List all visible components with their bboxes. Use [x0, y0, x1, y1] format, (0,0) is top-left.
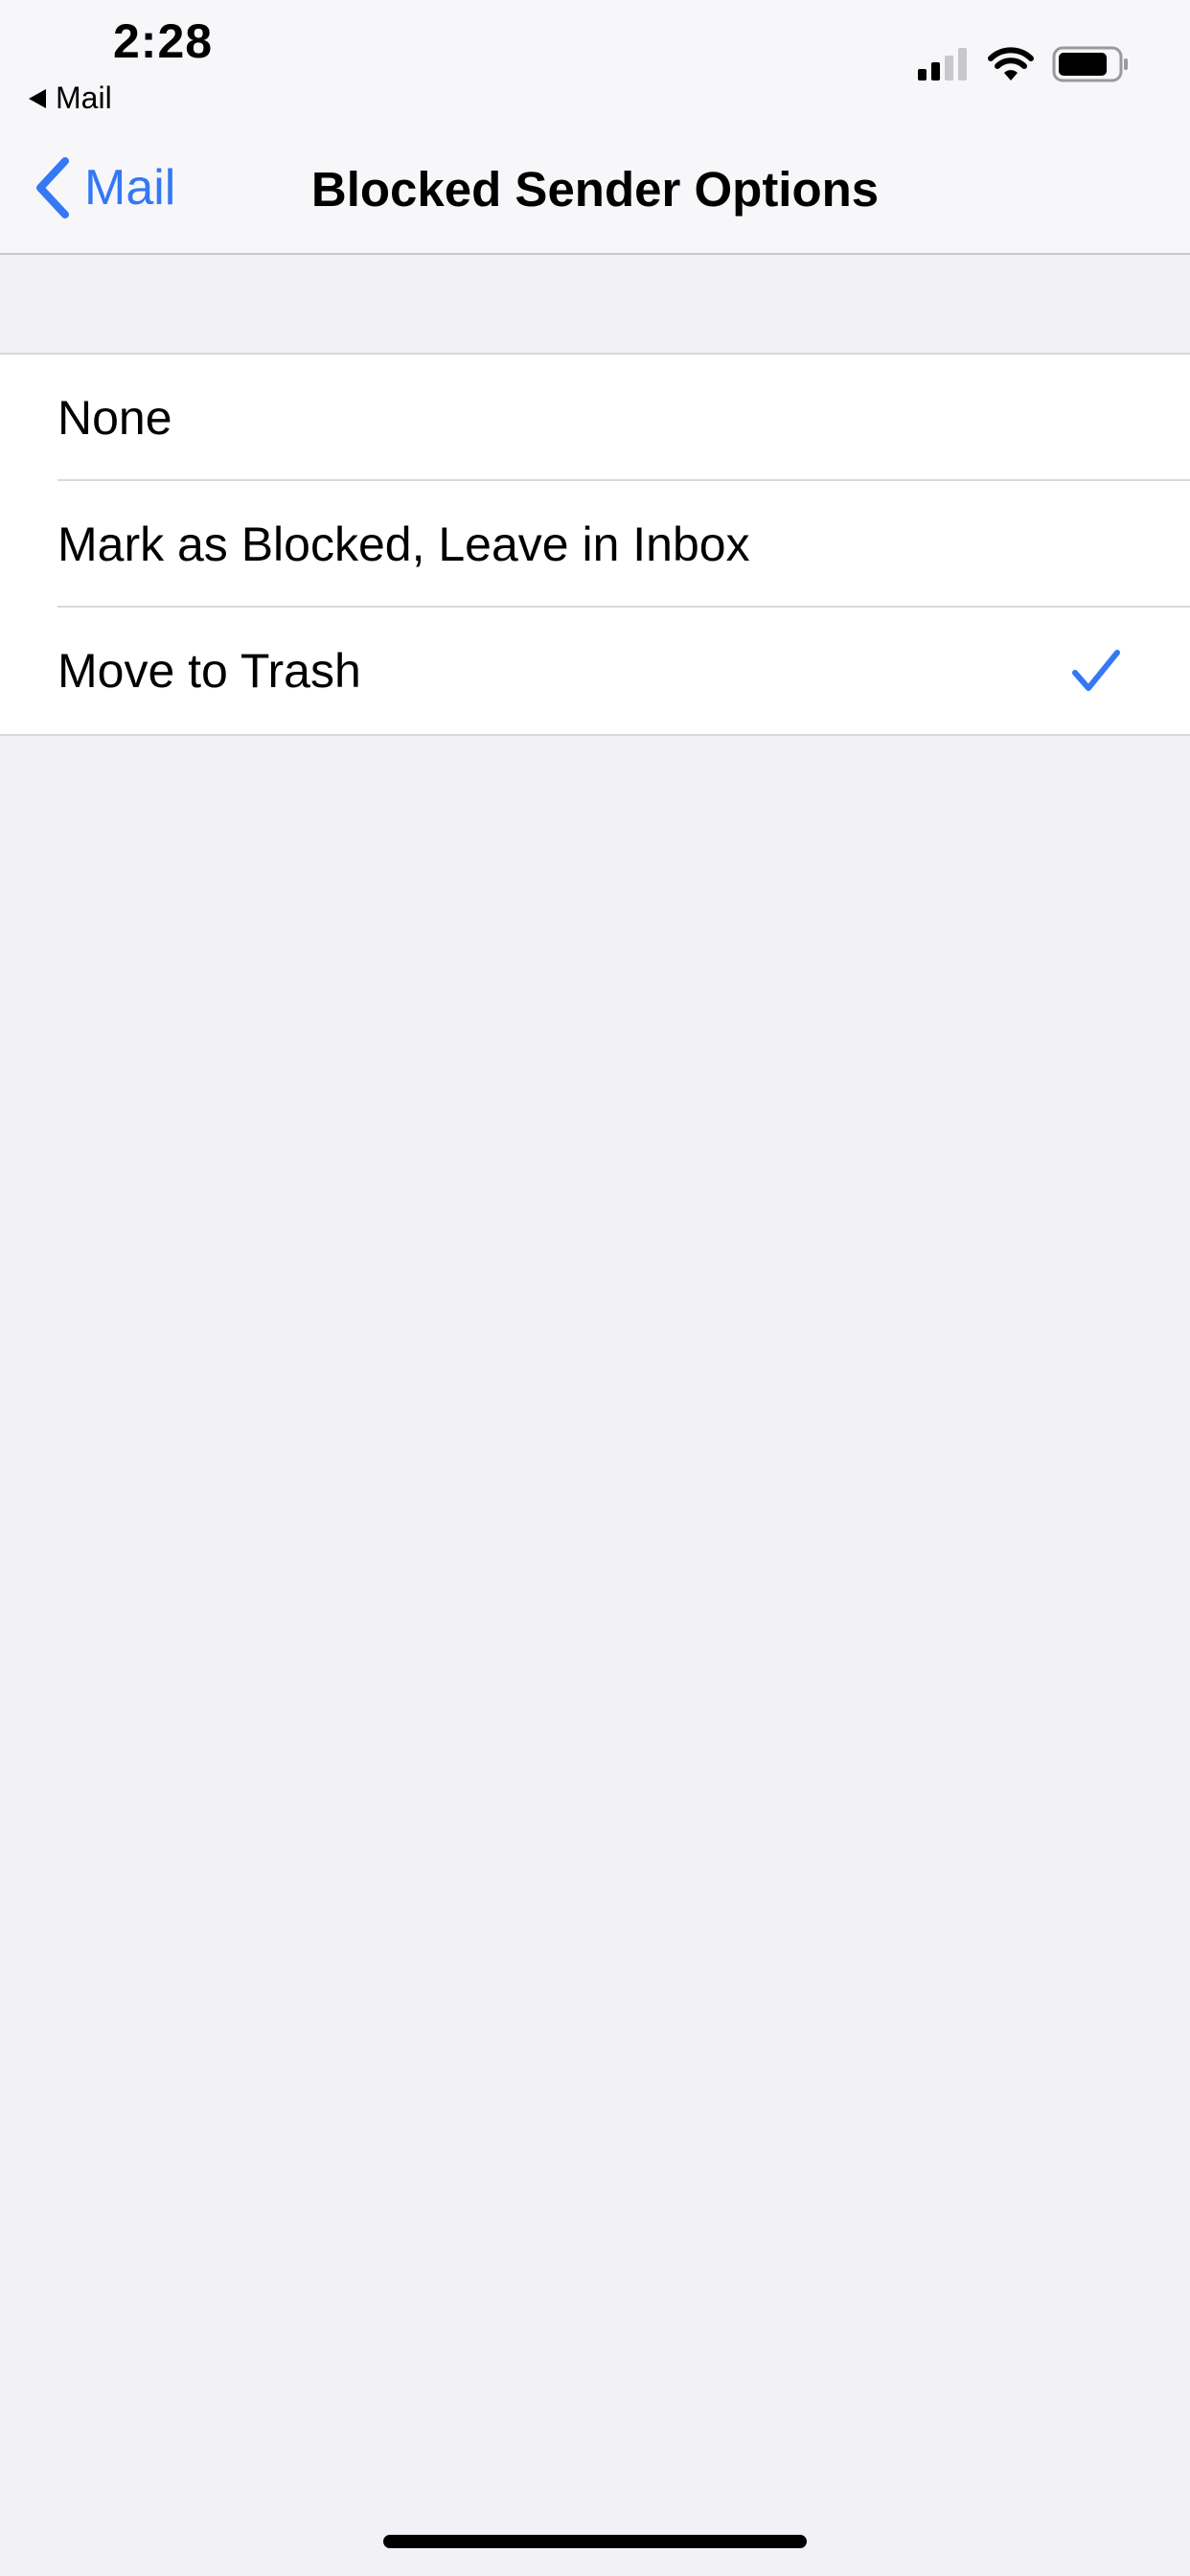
wifi-icon — [988, 47, 1034, 80]
cellular-signal-icon — [918, 48, 967, 80]
back-to-app-button[interactable]: Mail — [29, 80, 112, 116]
options-list: None Mark as Blocked, Leave in Inbox Mov… — [0, 353, 1190, 736]
option-label: Mark as Blocked, Leave in Inbox — [57, 518, 750, 571]
page-title: Blocked Sender Options — [310, 162, 880, 217]
status-time: 2:28 — [113, 14, 214, 68]
checkmark-icon — [1072, 650, 1120, 691]
status-bar: 2:28 Mail — [0, 0, 1190, 125]
back-to-app-label: Mail — [56, 80, 112, 115]
navigation-bar: Mail Blocked Sender Options — [0, 125, 1190, 255]
option-none[interactable]: None — [0, 355, 1190, 481]
back-triangle-icon — [29, 88, 46, 108]
option-label: Move to Trash — [57, 644, 361, 698]
option-label: None — [57, 391, 172, 445]
option-mark-as-blocked[interactable]: Mark as Blocked, Leave in Inbox — [0, 481, 1190, 608]
home-indicator[interactable] — [383, 2535, 807, 2548]
option-move-to-trash[interactable]: Move to Trash — [0, 608, 1190, 734]
battery-icon — [1052, 46, 1128, 82]
